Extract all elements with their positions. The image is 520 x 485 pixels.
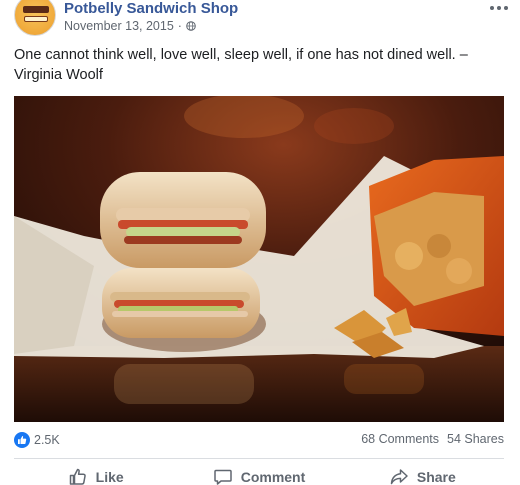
reactions-count: 2.5K bbox=[34, 433, 60, 447]
comment-label: Comment bbox=[240, 469, 306, 485]
like-reaction-icon bbox=[14, 432, 30, 448]
like-label: Like bbox=[95, 469, 124, 485]
logo-band-icon bbox=[24, 16, 48, 22]
post-stats: 2.5K 68 Comments 54 Shares bbox=[0, 432, 520, 452]
share-button[interactable]: Share bbox=[341, 462, 504, 485]
post-header: Potbelly Sandwich Shop November 13, 2015… bbox=[0, 0, 520, 36]
reactions-summary[interactable]: 2.5K bbox=[14, 432, 60, 448]
comments-count-link[interactable]: 68 Comments bbox=[361, 432, 439, 446]
meta-separator: · bbox=[177, 19, 182, 33]
shares-count-link[interactable]: 54 Shares bbox=[447, 432, 504, 446]
sandwich-and-chips-photo[interactable] bbox=[14, 96, 504, 422]
like-button[interactable]: Like bbox=[14, 462, 177, 485]
post-action-bar: Like Comment Share bbox=[14, 462, 504, 485]
page-avatar[interactable] bbox=[14, 0, 56, 36]
post-text: One cannot think well, love well, sleep … bbox=[14, 47, 468, 83]
thumbs-up-icon bbox=[69, 468, 86, 485]
comment-icon bbox=[213, 469, 232, 485]
share-icon bbox=[390, 469, 408, 485]
comment-button[interactable]: Comment bbox=[177, 462, 340, 485]
post-date-link[interactable]: November 13, 2015 bbox=[64, 19, 174, 33]
share-label: Share bbox=[416, 469, 456, 485]
page-name-link[interactable]: Potbelly Sandwich Shop bbox=[64, 0, 238, 17]
engagement-counts: 68 Comments 54 Shares bbox=[361, 432, 504, 446]
globe-icon[interactable] bbox=[186, 21, 196, 31]
post-meta: November 13, 2015 · bbox=[64, 19, 196, 33]
more-horizontal-icon[interactable] bbox=[488, 2, 510, 14]
potbelly-logo-icon bbox=[23, 6, 49, 13]
actions-divider bbox=[14, 458, 504, 459]
